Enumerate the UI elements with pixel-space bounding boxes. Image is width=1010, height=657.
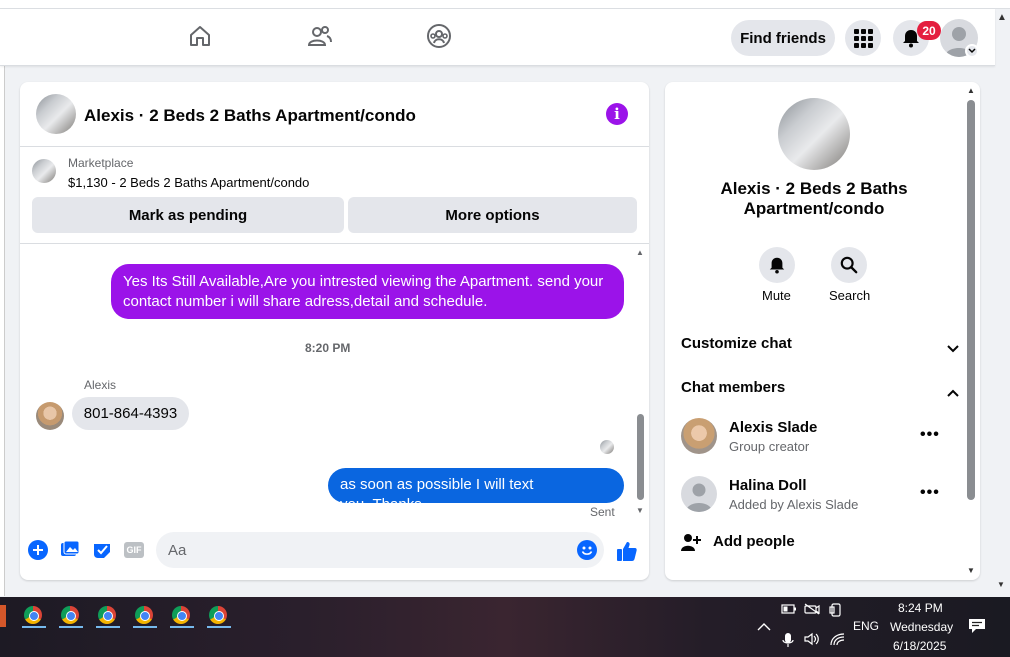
search-label[interactable]: Search <box>829 288 870 303</box>
scroll-up-arrow-icon[interactable]: ▲ <box>636 248 644 257</box>
incoming-message[interactable]: 801-864-4393 <box>72 397 189 430</box>
panel-scrollbar[interactable]: ▲ ▼ <box>964 84 978 578</box>
group-title: Alexis · 2 Beds 2 Baths Apartment/condo <box>720 179 908 218</box>
member-avatar[interactable] <box>681 476 717 512</box>
mute-bell-icon[interactable] <box>759 247 795 283</box>
member-role: Added by Alexis Slade <box>729 497 859 512</box>
gif-icon[interactable]: GIF <box>123 540 145 560</box>
battery-icon[interactable] <box>781 603 797 618</box>
language-indicator[interactable]: ENG <box>853 619 879 633</box>
chrome-taskbar-icon[interactable] <box>57 603 83 629</box>
chrome-taskbar-icon[interactable] <box>20 603 46 629</box>
scroll-down-arrow-icon[interactable]: ▼ <box>636 506 644 515</box>
outgoing-message[interactable]: as soon as possible I will text you..Tha… <box>328 468 624 513</box>
chat-info-panel: Alexis · 2 Beds 2 Baths Apartment/condo … <box>665 82 980 580</box>
windows-taskbar: ENG 8:24 PM Wednesday 6/18/2025 <box>0 597 1010 657</box>
clock-day[interactable]: Wednesday <box>890 620 953 634</box>
find-friends-button[interactable]: Find friends <box>731 20 835 56</box>
scroll-down-arrow-icon[interactable]: ▼ <box>967 566 975 575</box>
message-timestamp: 8:20 PM <box>305 341 351 355</box>
member-options-icon[interactable]: ••• <box>920 484 940 502</box>
microphone-icon[interactable] <box>782 632 794 651</box>
sticker-icon[interactable] <box>92 540 112 560</box>
sender-name: Alexis <box>84 378 117 392</box>
chrome-taskbar-icon[interactable] <box>94 603 120 629</box>
browser-strip <box>0 0 1010 9</box>
more-options-button[interactable]: More options <box>348 197 637 233</box>
chat-window: Alexis · 2 Beds 2 Baths Apartment/condo … <box>20 82 649 580</box>
chrome-taskbar-icon[interactable] <box>168 603 194 629</box>
marketplace-label: Marketplace <box>68 156 134 170</box>
message-composer: GIF Aa <box>20 530 649 572</box>
phone-link-icon[interactable] <box>829 603 843 620</box>
listing-avatar[interactable] <box>36 94 76 134</box>
account-chevron-icon[interactable] <box>965 44 979 58</box>
camera-off-icon[interactable] <box>804 603 820 618</box>
chat-title[interactable]: Alexis · 2 Beds 2 Baths Apartment/condo <box>84 106 416 126</box>
menu-grid-icon[interactable] <box>845 20 881 56</box>
show-hidden-icons-chevron-icon[interactable] <box>757 619 771 634</box>
scroll-up-arrow-icon[interactable]: ▲ <box>967 86 975 95</box>
add-people-label: Add people <box>713 533 795 550</box>
chevron-down-icon <box>947 340 959 357</box>
notifications-badge: 20 <box>917 21 941 40</box>
clock-time[interactable]: 8:24 PM <box>898 601 943 615</box>
message-status: Sent <box>590 505 615 519</box>
network-icon[interactable] <box>829 632 845 649</box>
chat-members-row[interactable]: Chat members <box>681 379 959 399</box>
plus-icon[interactable] <box>28 540 48 560</box>
add-person-icon <box>681 532 701 556</box>
speaker-icon[interactable] <box>804 632 820 649</box>
listing-description[interactable]: $1,130 - 2 Beds 2 Baths Apartment/condo <box>68 175 309 190</box>
photo-icon[interactable] <box>60 540 80 560</box>
outgoing-message[interactable]: Yes Its Still Available,Are you intreste… <box>111 264 624 319</box>
clock-date[interactable]: 6/18/2025 <box>893 639 946 653</box>
sender-avatar[interactable] <box>36 402 64 430</box>
groups-icon[interactable] <box>426 23 452 49</box>
notification-center-icon[interactable] <box>968 618 986 637</box>
member-name[interactable]: Halina Doll <box>729 477 807 494</box>
divider <box>20 243 649 244</box>
chrome-taskbar-icon[interactable] <box>131 603 157 629</box>
emoji-icon[interactable] <box>577 540 597 560</box>
top-navigation-bar: Find friends 20 <box>0 9 995 66</box>
customize-chat-row[interactable]: Customize chat <box>681 335 959 355</box>
listing-thumbnail[interactable] <box>32 159 56 183</box>
page-scroll-down-arrow-icon[interactable]: ▼ <box>997 580 1005 589</box>
mute-label[interactable]: Mute <box>762 288 791 303</box>
page-scrollbar-track[interactable] <box>995 9 1010 597</box>
member-role: Group creator <box>729 439 810 454</box>
thumbs-up-icon[interactable] <box>616 540 638 562</box>
chevron-up-icon <box>947 384 959 401</box>
member-name[interactable]: Alexis Slade <box>729 419 817 436</box>
scrollbar-thumb[interactable] <box>967 100 975 500</box>
search-icon[interactable] <box>831 247 867 283</box>
chat-members-label: Chat members <box>681 379 786 396</box>
info-icon[interactable]: i <box>606 103 628 125</box>
customize-chat-label: Customize chat <box>681 335 792 352</box>
chrome-taskbar-icon[interactable] <box>205 603 231 629</box>
scrollbar-thumb[interactable] <box>637 414 644 500</box>
app-icon-partial[interactable] <box>0 605 6 627</box>
member-options-icon[interactable]: ••• <box>920 426 940 444</box>
seen-receipt-avatar <box>600 440 614 454</box>
home-icon[interactable] <box>187 23 213 49</box>
left-page-edge <box>0 66 5 596</box>
chat-scrollbar[interactable]: ▲ ▼ <box>633 244 649 520</box>
mark-as-pending-button[interactable]: Mark as pending <box>32 197 344 233</box>
group-photo[interactable] <box>778 98 850 170</box>
message-input[interactable]: Aa <box>156 532 604 568</box>
chat-header: Alexis · 2 Beds 2 Baths Apartment/condo … <box>20 82 649 147</box>
scroll-up-arrow-icon[interactable]: ▲ <box>997 12 1007 23</box>
gif-label: GIF <box>124 542 144 558</box>
friends-icon[interactable] <box>307 23 333 49</box>
member-avatar[interactable] <box>681 418 717 454</box>
